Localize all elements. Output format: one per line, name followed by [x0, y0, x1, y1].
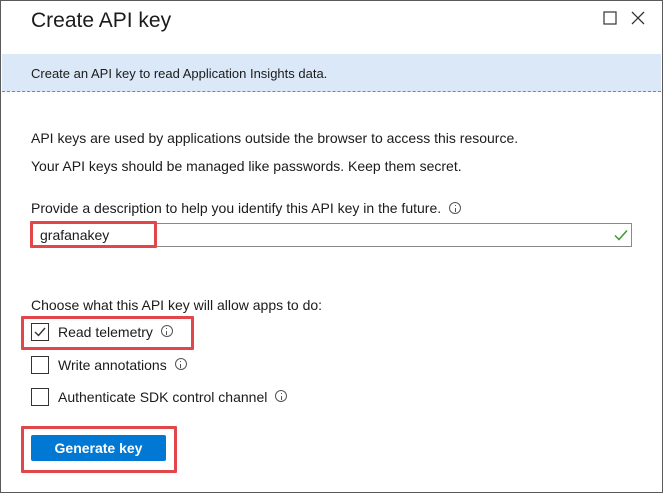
permission-authenticate-sdk[interactable]: Authenticate SDK control channel: [31, 387, 288, 407]
maximize-button[interactable]: [599, 7, 621, 29]
close-icon: [631, 11, 645, 25]
intro-line-1: API keys are used by applications outsid…: [31, 130, 519, 146]
description-label-row: Provide a description to help you identi…: [31, 200, 462, 216]
description-label: Provide a description to help you identi…: [31, 200, 442, 216]
info-icon[interactable]: [174, 358, 187, 370]
authenticate-sdk-checkbox[interactable]: [31, 388, 49, 406]
write-annotations-checkbox[interactable]: [31, 356, 49, 374]
info-icon[interactable]: [160, 325, 173, 337]
close-button[interactable]: [627, 7, 649, 29]
info-banner: Create an API key to read Application In…: [2, 54, 661, 92]
info-icon[interactable]: [449, 202, 462, 215]
permission-write-annotations[interactable]: Write annotations: [31, 355, 187, 375]
dialog-title: Create API key: [31, 9, 172, 32]
permission-read-telemetry[interactable]: Read telemetry: [31, 322, 173, 342]
read-telemetry-checkbox[interactable]: [31, 323, 49, 341]
authenticate-sdk-label: Authenticate SDK control channel: [58, 389, 268, 405]
generate-key-button[interactable]: Generate key: [31, 435, 166, 461]
maximize-icon: [603, 11, 617, 25]
info-icon[interactable]: [275, 390, 288, 402]
checkmark-icon: [614, 230, 628, 241]
banner-text: Create an API key to read Application In…: [31, 66, 328, 81]
create-api-key-dialog: Create API key Create an API key to read…: [0, 0, 663, 493]
permissions-label: Choose what this API key will allow apps…: [31, 297, 323, 313]
description-input[interactable]: [31, 223, 632, 247]
intro-line-2: Your API keys should be managed like pas…: [31, 158, 462, 174]
checkbox-check-icon: [34, 327, 46, 337]
read-telemetry-label: Read telemetry: [58, 324, 153, 340]
write-annotations-label: Write annotations: [58, 357, 167, 373]
